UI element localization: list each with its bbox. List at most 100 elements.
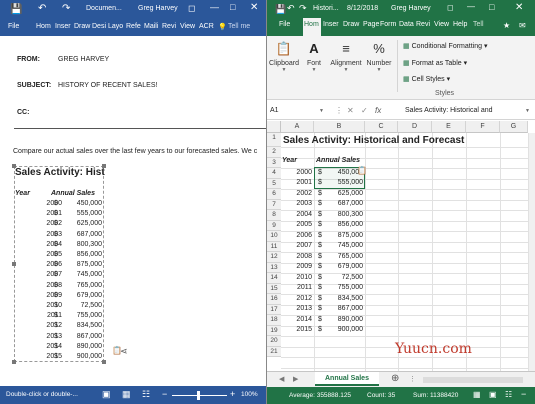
dollar-cell[interactable]: $ — [318, 189, 322, 200]
sales-cell[interactable]: 900,000 — [338, 325, 363, 336]
sales-cell[interactable]: 745,000 — [338, 241, 363, 252]
sheet-tab-annual-sales[interactable]: Annual Sales — [315, 372, 379, 386]
select-all-corner[interactable] — [267, 121, 281, 133]
column-header-f[interactable]: F — [466, 121, 500, 133]
row-header[interactable]: 6 — [267, 189, 281, 200]
sales-cell[interactable]: 687,000 — [338, 199, 363, 210]
row-header[interactable]: 13 — [267, 262, 281, 273]
excel-maximize-icon[interactable]: □ — [489, 2, 494, 12]
add-sheet-icon[interactable]: ⊕ — [391, 373, 399, 384]
number-group[interactable]: % Number ▼ — [365, 40, 393, 73]
zoom-in-icon[interactable]: + — [230, 389, 235, 399]
tab-view[interactable]: View — [180, 23, 195, 30]
web-layout-icon[interactable]: ☷ — [142, 389, 150, 400]
row-header[interactable]: 14 — [267, 273, 281, 284]
row-header[interactable]: 11 — [267, 241, 281, 252]
excel-redo-icon[interactable]: ↷ — [299, 3, 307, 14]
sales-header-cell[interactable]: Annual Sales — [316, 156, 360, 167]
tab-design[interactable]: Desi — [92, 23, 106, 30]
year-cell[interactable]: 2014 — [296, 315, 312, 326]
sales-cell[interactable]: 755,000 — [338, 283, 363, 294]
excel-close-icon[interactable]: ✕ — [515, 2, 523, 13]
tab-layout[interactable]: Layo — [108, 23, 123, 30]
year-cell[interactable]: 2007 — [296, 241, 312, 252]
year-cell[interactable]: 2003 — [296, 199, 312, 210]
row-header[interactable]: 20 — [267, 336, 281, 347]
sales-cell[interactable]: 679,000 — [338, 262, 363, 273]
sales-cell[interactable]: 625,000 — [338, 189, 363, 200]
page-break-icon[interactable]: ☷ — [505, 390, 512, 399]
zoom-slider[interactable] — [172, 391, 227, 400]
zoom-level[interactable]: 100% — [241, 391, 258, 398]
page-layout-icon[interactable]: ▣ — [489, 390, 497, 399]
excel-save-icon[interactable]: 💾 — [275, 4, 286, 15]
embedded-worksheet[interactable]: Sales Activity: Hist Year Annual Sales 2… — [12, 164, 106, 364]
print-layout-icon[interactable]: ▦ — [122, 389, 131, 400]
xl-tab-help[interactable]: Help — [453, 21, 467, 28]
column-header-g[interactable]: G — [500, 121, 528, 133]
close-icon[interactable]: ✕ — [250, 2, 258, 13]
row-header[interactable]: 10 — [267, 231, 281, 242]
dollar-cell[interactable]: $ — [318, 283, 322, 294]
sales-cell[interactable]: 856,000 — [338, 220, 363, 231]
year-cell[interactable]: 2009 — [296, 262, 312, 273]
minimize-icon[interactable]: — — [210, 2, 219, 12]
format-as-table-button[interactable]: ▦ Format as Table ▾ — [403, 59, 467, 67]
year-cell[interactable]: 2011 — [297, 283, 312, 294]
xl-tab-insert[interactable]: Inser — [323, 21, 339, 28]
tab-file[interactable]: File — [8, 23, 19, 30]
year-cell[interactable]: 2006 — [296, 231, 312, 242]
read-mode-icon[interactable]: ▣ — [102, 389, 111, 400]
sheet-next-icon[interactable]: ▶ — [293, 375, 298, 383]
cancel-icon[interactable]: ✕ — [347, 106, 354, 115]
year-cell[interactable]: 2004 — [296, 210, 312, 221]
sales-cell[interactable]: 867,000 — [338, 304, 363, 315]
redo-icon[interactable]: ↷ — [62, 3, 70, 14]
row-header[interactable]: 21 — [267, 346, 281, 357]
year-cell[interactable]: 2001 — [296, 178, 312, 189]
excel-minimize-icon[interactable]: — — [467, 2, 475, 11]
dollar-cell[interactable]: $ — [318, 252, 322, 263]
tab-mailings[interactable]: Maili — [144, 23, 158, 30]
row-header[interactable]: 8 — [267, 210, 281, 221]
sheet-prev-icon[interactable]: ◀ — [279, 375, 284, 383]
xl-tab-page[interactable]: Page — [363, 21, 379, 28]
xl-tab-view[interactable]: View — [434, 21, 449, 28]
tell-me-box[interactable]: Tell me — [228, 23, 250, 30]
xl-tab-review[interactable]: Revi — [416, 21, 430, 28]
row-header[interactable]: 4 — [267, 168, 281, 179]
tab-home[interactable]: Hom — [36, 23, 51, 30]
horizontal-scrollbar[interactable] — [423, 377, 523, 383]
dollar-cell[interactable]: $ — [318, 199, 322, 210]
tab-review[interactable]: Revi — [162, 23, 176, 30]
normal-view-icon[interactable]: ▦ — [473, 390, 481, 399]
column-header-e[interactable]: E — [432, 121, 466, 133]
excel-undo-icon[interactable]: ↶ — [287, 3, 295, 14]
row-header[interactable]: 15 — [267, 283, 281, 294]
sales-cell[interactable]: 800,300 — [338, 210, 363, 221]
row-header[interactable]: 12 — [267, 252, 281, 263]
maximize-icon[interactable]: □ — [230, 2, 235, 12]
dollar-cell[interactable]: $ — [318, 262, 322, 273]
row-header[interactable]: 7 — [267, 199, 281, 210]
dollar-cell[interactable]: $ — [318, 210, 322, 221]
tab-splitter-icon[interactable]: ⋮ — [409, 375, 416, 383]
insert-function-icon[interactable]: fx — [375, 106, 381, 115]
formula-input[interactable]: Sales Activity: Historical and — [405, 107, 493, 114]
xl-tell-me[interactable]: Tell — [473, 21, 484, 28]
xl-tab-data[interactable]: Data — [399, 21, 414, 28]
year-cell[interactable]: 2008 — [296, 252, 312, 263]
tab-draw[interactable]: Draw — [74, 23, 90, 30]
formula-expand-icon[interactable]: ▼ — [525, 108, 530, 114]
save-icon[interactable]: 💾 — [10, 4, 22, 15]
sales-cell[interactable]: 875,000 — [338, 231, 363, 242]
excel-ribbon-display-icon[interactable]: ◻ — [447, 3, 454, 12]
cell-styles-button[interactable]: ▦ Cell Styles ▾ — [403, 75, 450, 83]
dollar-cell[interactable]: $ — [318, 315, 322, 326]
tab-references[interactable]: Refe — [126, 23, 141, 30]
dollar-cell[interactable]: $ — [318, 231, 322, 242]
name-box[interactable]: A1 — [270, 107, 314, 118]
year-cell[interactable]: 2013 — [296, 304, 312, 315]
sales-cell[interactable]: 765,000 — [338, 252, 363, 263]
enter-icon[interactable]: ✓ — [361, 106, 368, 115]
